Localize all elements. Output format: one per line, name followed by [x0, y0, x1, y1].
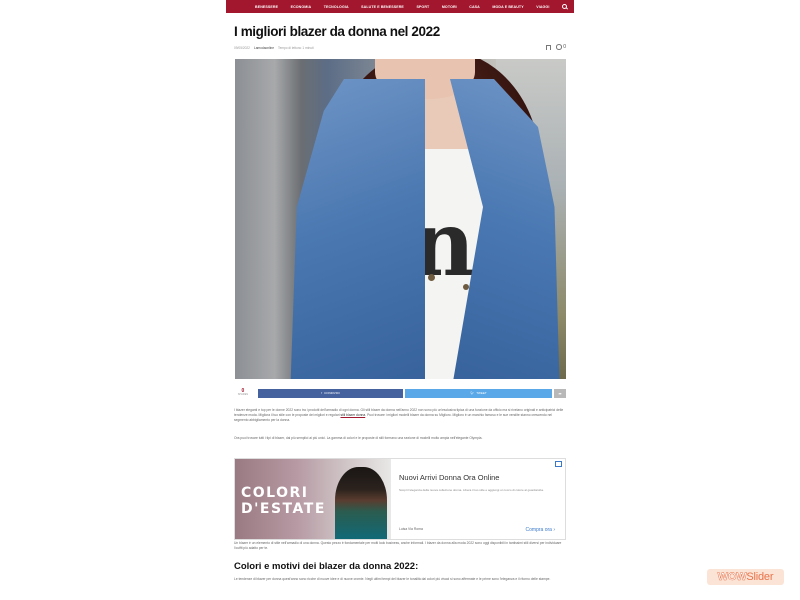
facebook-share-button[interactable]: f CONDIVIDI	[257, 388, 403, 398]
watermark-wow: WOW	[717, 571, 747, 584]
article-author[interactable]: Lamodaonline	[254, 46, 274, 50]
adchoices-icon[interactable]	[555, 461, 562, 467]
ad-title[interactable]: Nuovi Arrivi Donna Ora Online	[399, 473, 557, 482]
article-date: 09/05/2022	[234, 46, 250, 50]
share-icon[interactable]: ➦	[554, 388, 566, 398]
nav-item[interactable]: Tecnologia	[324, 5, 349, 9]
bookmark-icon[interactable]	[546, 44, 552, 50]
twitter-icon: 🐦︎	[470, 391, 475, 395]
nav-item[interactable]: Salute e benessere	[361, 5, 404, 9]
share-count: 0 SHARES	[234, 389, 252, 397]
ad-description: Scopri l'eleganza della nuova collezione…	[399, 488, 544, 492]
comment-count: 0	[563, 44, 566, 50]
article-read-time: Tempo di lettura: 1 minuti	[277, 46, 314, 50]
twitter-share-label: TWEET	[476, 391, 487, 395]
nav-item[interactable]: Viaggi	[536, 5, 549, 9]
nav-item[interactable]: Benessere	[255, 5, 278, 9]
ad-cta-button[interactable]: Compra ora ›	[526, 527, 555, 533]
article-header: I migliori blazer da donna nel 2022 09/0…	[234, 18, 566, 51]
facebook-share-label: CONDIVIDI	[324, 391, 340, 395]
top-navigation-bar: Benessere Economia Tecnologia Salute e b…	[226, 0, 574, 13]
wowslider-watermark[interactable]: WOW Slider	[707, 569, 784, 585]
article-paragraph: Un blazer è un elemento di stile nell'ar…	[234, 541, 562, 550]
comment-button[interactable]: 0	[556, 44, 566, 50]
facebook-icon: f	[321, 391, 323, 395]
inline-link[interactable]: stili blazer donna	[340, 413, 365, 417]
ad-image: COLORI D'ESTATE	[235, 459, 391, 539]
hero-jacket-left	[290, 79, 425, 379]
article-title: I migliori blazer da donna nel 2022	[234, 24, 440, 39]
share-count-label: SHARES	[237, 393, 249, 397]
article-paragraph: Le tendenze di blazer per donna quest'an…	[234, 577, 551, 581]
comment-icon	[556, 44, 563, 50]
article-paragraph: Ora puoi trovare tutti i tipi di blazer,…	[234, 436, 483, 440]
advertisement[interactable]: COLORI D'ESTATE Nuovi Arrivi Donna Ora O…	[234, 458, 566, 540]
article-paragraph: I blazer eleganti e top per le donne 202…	[234, 408, 566, 423]
nav-item[interactable]: Sport	[416, 5, 429, 9]
hero-jacket-button	[463, 284, 469, 290]
ad-text-area: Nuovi Arrivi Donna Ora Online Scopri l'e…	[391, 459, 565, 539]
ad-model	[335, 467, 387, 539]
hero-image: n	[235, 59, 566, 379]
share-bar: 0 SHARES f CONDIVIDI 🐦︎ TWEET ➦	[234, 386, 566, 400]
twitter-share-button[interactable]: 🐦︎ TWEET	[404, 388, 553, 398]
nav-item[interactable]: Casa	[469, 5, 480, 9]
ad-brand: Luisa Via Roma	[399, 527, 423, 531]
chevron-right-icon: ›	[553, 527, 555, 533]
hero-jacket-button	[428, 274, 435, 281]
article-meta: 09/05/2022 Lamodaonline Tempo di lettura…	[234, 44, 566, 51]
nav-item[interactable]: Moda e beauty	[492, 5, 523, 9]
nav-item[interactable]: Economia	[291, 5, 312, 9]
nav-item[interactable]: Motori	[442, 5, 457, 9]
section-heading: Colori e motivi dei blazer da donna 2022…	[234, 561, 419, 572]
ad-cta-label: Compra ora	[525, 527, 552, 533]
search-icon[interactable]	[561, 3, 568, 10]
watermark-slider: Slider	[746, 571, 774, 583]
meta-icons: 0	[546, 44, 566, 50]
